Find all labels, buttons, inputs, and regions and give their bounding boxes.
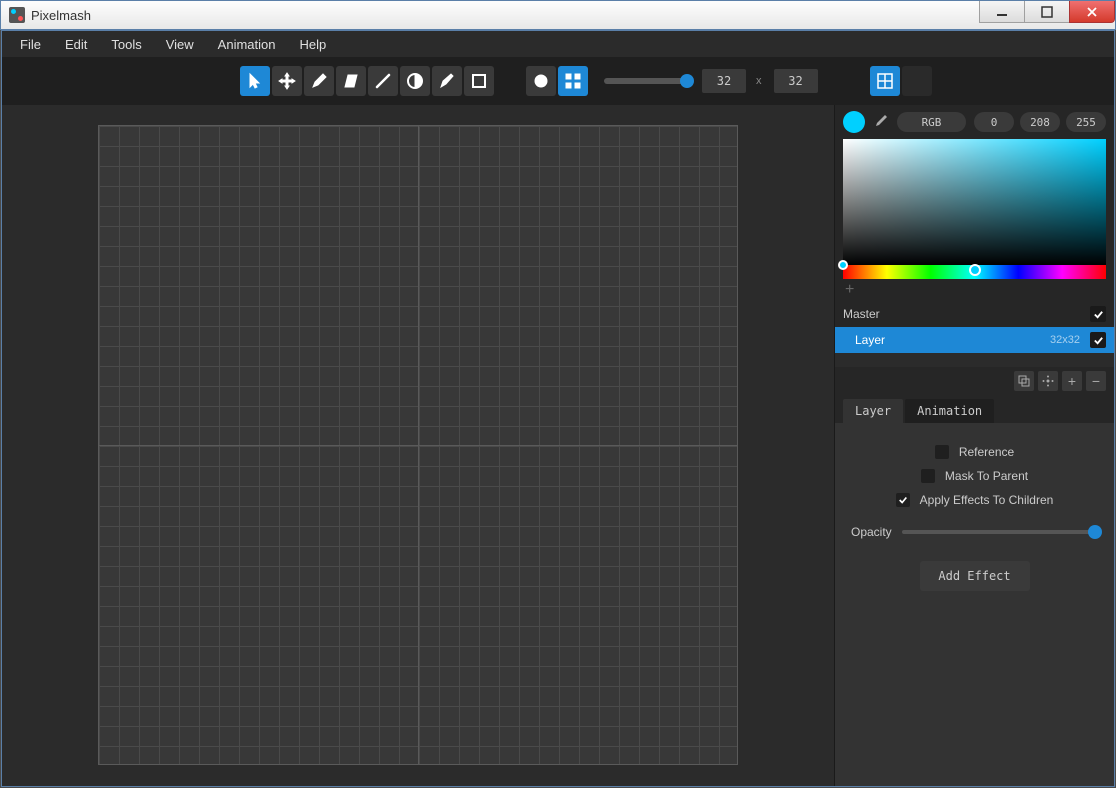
hue-slider[interactable] [843, 265, 1106, 279]
layer-master-visible[interactable] [1090, 306, 1106, 322]
add-layer-button[interactable]: + [1062, 371, 1082, 391]
circle-shape[interactable] [526, 66, 556, 96]
minimize-button[interactable] [979, 1, 1025, 23]
select-tool[interactable] [240, 66, 270, 96]
brush-size-slider[interactable] [604, 78, 690, 84]
tab-animation[interactable]: Animation [905, 399, 994, 423]
duplicate-layer-icon[interactable] [1014, 371, 1034, 391]
layer-tools-row: + − [835, 367, 1114, 395]
sv-cursor[interactable] [838, 260, 848, 270]
bucket-tool[interactable] [400, 66, 430, 96]
color-row: RGB 0 208 255 [835, 105, 1114, 139]
app-icon [9, 7, 25, 23]
color-swatch[interactable] [843, 111, 865, 133]
main-area: RGB 0 208 255 + Master Layer 32x32 [2, 105, 1114, 786]
label-reference: Reference [959, 445, 1014, 459]
menu-view[interactable]: View [156, 34, 204, 55]
grid-settings[interactable] [902, 66, 932, 96]
label-mask: Mask To Parent [945, 469, 1028, 483]
menu-animation[interactable]: Animation [208, 34, 286, 55]
menu-tools[interactable]: Tools [101, 34, 151, 55]
canvas-area[interactable] [2, 105, 834, 786]
opacity-label: Opacity [851, 525, 892, 539]
window-titlebar: Pixelmash [0, 0, 1116, 30]
grid-toggle[interactable] [870, 66, 900, 96]
canvas-width[interactable]: 32 [702, 69, 746, 93]
saturation-value-picker[interactable] [843, 139, 1106, 265]
layer-item-row[interactable]: Layer 32x32 [835, 327, 1114, 353]
maximize-button[interactable] [1024, 1, 1070, 23]
property-tabs: Layer Animation [835, 395, 1114, 423]
menu-file[interactable]: File [10, 34, 51, 55]
eyedropper-icon[interactable] [871, 113, 889, 131]
layer-master-label: Master [843, 307, 880, 321]
slider-thumb[interactable] [680, 74, 694, 88]
square-shape[interactable] [558, 66, 588, 96]
prop-mask[interactable]: Mask To Parent [851, 469, 1098, 483]
tab-layer[interactable]: Layer [843, 399, 903, 423]
prop-reference[interactable]: Reference [851, 445, 1098, 459]
add-palette-button[interactable]: + [835, 279, 1114, 301]
checkbox-reference[interactable] [935, 445, 949, 459]
tool-group-main [240, 66, 494, 96]
rect-tool[interactable] [464, 66, 494, 96]
layer-properties: Reference Mask To Parent Apply Effects T… [835, 423, 1114, 786]
menu-bar: File Edit Tools View Animation Help [2, 31, 1114, 57]
canvas-height[interactable]: 32 [774, 69, 818, 93]
dim-separator: x [756, 75, 762, 87]
shape-group [526, 66, 588, 96]
grid-group [870, 66, 932, 96]
window-controls [980, 1, 1115, 23]
line-tool[interactable] [368, 66, 398, 96]
center-layer-icon[interactable] [1038, 371, 1058, 391]
menu-edit[interactable]: Edit [55, 34, 97, 55]
checkbox-mask[interactable] [921, 469, 935, 483]
layer-item-label: Layer [855, 333, 885, 347]
side-panel: RGB 0 208 255 + Master Layer 32x32 [834, 105, 1114, 786]
color-g[interactable]: 208 [1020, 112, 1060, 132]
hue-cursor[interactable] [969, 264, 981, 276]
opacity-row: Opacity [851, 525, 1098, 539]
close-button[interactable] [1069, 1, 1115, 23]
eraser-tool[interactable] [336, 66, 366, 96]
layer-master-row[interactable]: Master [835, 301, 1114, 327]
window-title: Pixelmash [31, 8, 91, 23]
prop-applyfx[interactable]: Apply Effects To Children [851, 493, 1098, 507]
menu-help[interactable]: Help [289, 34, 336, 55]
color-b[interactable]: 255 [1066, 112, 1106, 132]
pencil-tool[interactable] [432, 66, 462, 96]
app-frame: File Edit Tools View Animation Help 32 x… [1, 30, 1115, 787]
brush-tool[interactable] [304, 66, 334, 96]
opacity-thumb[interactable] [1088, 525, 1102, 539]
color-mode-button[interactable]: RGB [897, 112, 966, 132]
layer-item-visible[interactable] [1090, 332, 1106, 348]
add-effect-button[interactable]: Add Effect [920, 561, 1030, 591]
canvas-grid[interactable] [98, 125, 738, 765]
color-r[interactable]: 0 [974, 112, 1014, 132]
label-applyfx: Apply Effects To Children [920, 493, 1054, 507]
remove-layer-button[interactable]: − [1086, 371, 1106, 391]
opacity-slider[interactable] [902, 530, 1098, 534]
layer-item-dim: 32x32 [1050, 334, 1080, 346]
toolbar: 32 x 32 [2, 57, 1114, 105]
checkbox-applyfx[interactable] [896, 493, 910, 507]
move-tool[interactable] [272, 66, 302, 96]
